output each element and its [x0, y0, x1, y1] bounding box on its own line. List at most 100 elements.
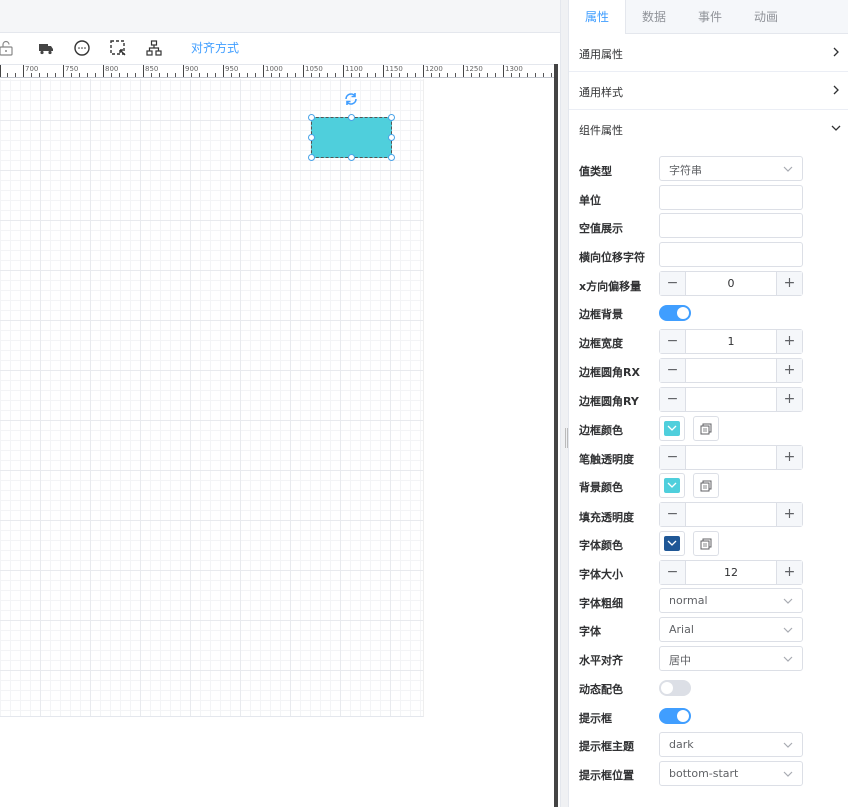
select-value: 居中: [669, 654, 691, 667]
resize-handle-top[interactable]: [348, 114, 355, 121]
dynamic-color-switch[interactable]: [659, 680, 691, 696]
ruler-minor-tick: [39, 73, 40, 77]
section-component-properties[interactable]: 组件属性: [569, 110, 848, 148]
ruler-minor-tick: [311, 73, 312, 77]
decrement-button[interactable]: −: [660, 446, 686, 469]
ruler-minor-tick: [207, 73, 208, 77]
box-select-icon[interactable]: [108, 38, 128, 58]
border-rx-stepper[interactable]: − +: [659, 358, 803, 383]
tree-structure-icon[interactable]: [144, 38, 164, 58]
x-offset-label: x方向偏移量: [579, 280, 642, 293]
stroke-opacity-stepper[interactable]: − +: [659, 445, 803, 470]
x-offset-stepper[interactable]: − 0 +: [659, 271, 803, 296]
ruler-minor-tick: [527, 73, 528, 77]
resize-handle-top-right[interactable]: [388, 114, 395, 121]
decrement-button[interactable]: −: [660, 503, 686, 526]
color-swatch: [664, 536, 680, 551]
h-align-select[interactable]: 居中: [659, 646, 803, 671]
border-bg-switch[interactable]: [659, 305, 691, 321]
align-button[interactable]: 对齐方式: [191, 39, 239, 56]
tab-events[interactable]: 事件: [682, 0, 738, 34]
ruler-minor-tick: [199, 73, 200, 77]
ruler-minor-tick: [487, 73, 488, 77]
empty-display-input[interactable]: [659, 213, 803, 238]
tab-properties[interactable]: 属性: [569, 0, 626, 34]
switch-knob: [661, 682, 673, 694]
section-general-styles[interactable]: 通用样式: [569, 72, 848, 110]
border-width-label: 边框宽度: [579, 337, 623, 350]
decrement-button[interactable]: −: [660, 330, 686, 353]
decrement-button[interactable]: −: [660, 272, 686, 295]
lock-icon[interactable]: [0, 38, 16, 58]
increment-button[interactable]: +: [776, 561, 802, 584]
fill-opacity-stepper[interactable]: − +: [659, 502, 803, 527]
ruler-minor-tick: [367, 73, 368, 77]
font-family-select[interactable]: Arial: [659, 617, 803, 642]
ruler-minor-tick: [111, 73, 112, 77]
increment-button[interactable]: +: [776, 359, 802, 382]
resize-handle-top-left[interactable]: [308, 114, 315, 121]
ruler-major-tick: [183, 65, 184, 77]
copy-color-button[interactable]: [693, 473, 719, 498]
tab-animation[interactable]: 动画: [738, 0, 794, 34]
border-ry-stepper[interactable]: − +: [659, 387, 803, 412]
ruler-label: 1300: [505, 65, 523, 73]
ruler-label: 1150: [385, 65, 403, 73]
ruler-minor-tick: [479, 73, 480, 77]
resize-handle-left[interactable]: [308, 134, 315, 141]
ruler-minor-tick: [239, 73, 240, 77]
unit-input[interactable]: [659, 185, 803, 210]
section-general-properties[interactable]: 通用属性: [569, 34, 848, 72]
stepper-value[interactable]: 1: [687, 335, 775, 348]
ruler-label: 800: [105, 65, 119, 73]
ruler-minor-tick: [535, 73, 536, 77]
horizontal-ruler: 700 750 800 850 900 950 1000 1050 1100 1150 1200 12…: [0, 64, 558, 78]
font-color-picker[interactable]: [659, 531, 685, 556]
increment-button[interactable]: +: [776, 503, 802, 526]
increment-button[interactable]: +: [776, 388, 802, 411]
resize-handle-bottom-right[interactable]: [388, 154, 395, 161]
tooltip-position-select[interactable]: bottom-start: [659, 761, 803, 786]
tooltip-theme-select[interactable]: dark: [659, 732, 803, 757]
rotate-icon[interactable]: [343, 91, 359, 107]
increment-button[interactable]: +: [776, 446, 802, 469]
increment-button[interactable]: +: [776, 272, 802, 295]
truck-icon[interactable]: [36, 38, 56, 58]
stepper-value[interactable]: 0: [687, 277, 775, 290]
font-size-stepper[interactable]: − 12 +: [659, 560, 803, 585]
resize-handle-bottom[interactable]: [348, 154, 355, 161]
circle-select-icon[interactable]: [72, 38, 92, 58]
ruler-minor-tick: [327, 73, 328, 77]
ruler-minor-tick: [151, 73, 152, 77]
ruler-minor-tick: [455, 73, 456, 77]
stepper-value[interactable]: 12: [687, 566, 775, 579]
resize-handle-right[interactable]: [388, 134, 395, 141]
vertical-scrollbar[interactable]: [554, 64, 558, 807]
chevron-down-icon: [667, 540, 677, 546]
ruler-minor-tick: [543, 73, 544, 77]
tooltip-switch[interactable]: [659, 708, 691, 724]
copy-color-button[interactable]: [693, 416, 719, 441]
font-weight-select[interactable]: normal: [659, 588, 803, 613]
value-type-select[interactable]: 字符串: [659, 156, 803, 181]
increment-button[interactable]: +: [776, 330, 802, 353]
ruler-minor-tick: [135, 73, 136, 77]
copy-color-button[interactable]: [693, 531, 719, 556]
border-color-picker[interactable]: [659, 416, 685, 441]
drawing-canvas[interactable]: [0, 79, 424, 717]
bg-color-picker[interactable]: [659, 473, 685, 498]
empty-display-label: 空值展示: [579, 222, 623, 235]
ruler-label: 1100: [345, 65, 363, 73]
border-width-stepper[interactable]: − 1 +: [659, 329, 803, 354]
decrement-button[interactable]: −: [660, 561, 686, 584]
decrement-button[interactable]: −: [660, 359, 686, 382]
resize-handle-bottom-left[interactable]: [308, 154, 315, 161]
font-family-label: 字体: [579, 625, 601, 638]
decrement-button[interactable]: −: [660, 388, 686, 411]
tab-data[interactable]: 数据: [626, 0, 682, 34]
panel-splitter[interactable]: [560, 0, 568, 807]
ruler-minor-tick: [159, 73, 160, 77]
section-label: 通用样式: [579, 86, 623, 99]
selected-rectangle-shape[interactable]: [311, 117, 392, 158]
h-offset-char-input[interactable]: [659, 242, 803, 267]
